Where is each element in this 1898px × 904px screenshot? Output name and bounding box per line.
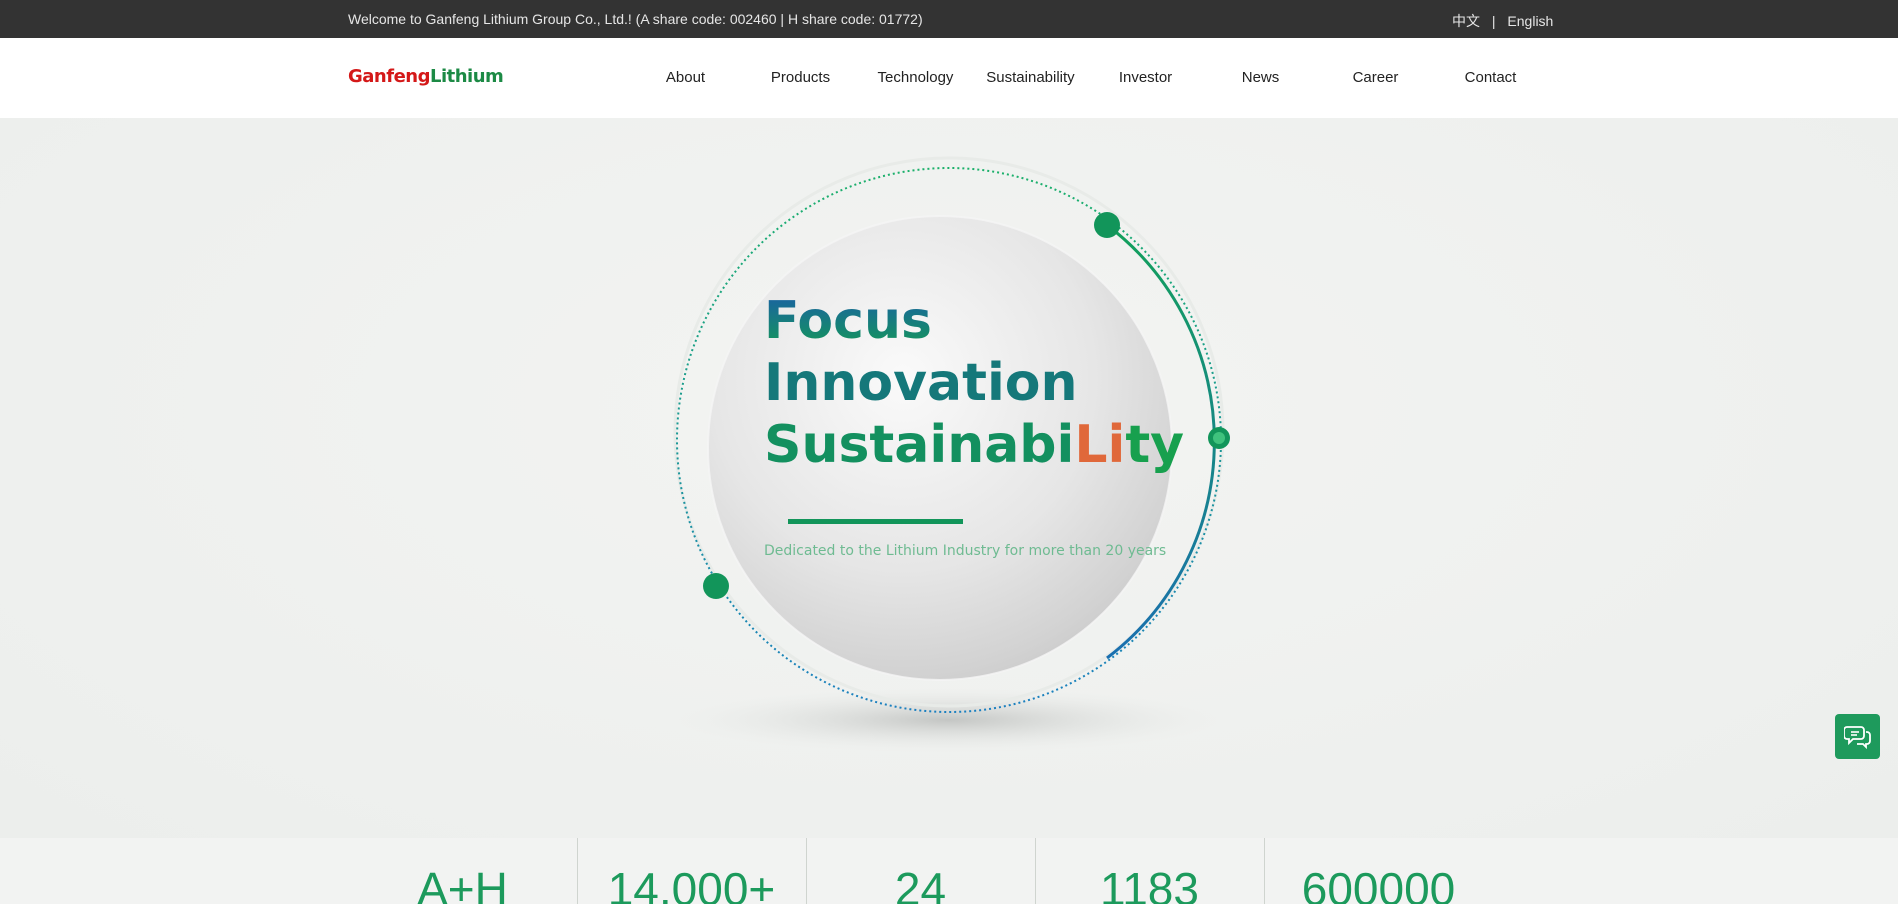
language-switcher: 中文 | English [1452, 11, 1553, 31]
main-nav: About Products Technology Sustainability… [0, 69, 1898, 89]
lang-english-link[interactable]: English [1507, 13, 1553, 29]
lang-separator: | [1491, 13, 1496, 29]
nav-career[interactable]: Career [1318, 69, 1433, 86]
stat-patents: 1183 [1100, 863, 1199, 904]
stat-years: 24 [894, 863, 947, 904]
sphere-shadow [678, 688, 1218, 752]
nav-products[interactable]: Products [743, 69, 858, 86]
hero-text-li: Li [1074, 415, 1125, 475]
chat-bubbles-icon [1844, 726, 1871, 750]
hero-graphic: Focus Innovation SustainabiLity Dedicate… [673, 156, 1230, 752]
hero-subtitle: Dedicated to the Lithium Industry for mo… [764, 543, 1166, 559]
nav-contact[interactable]: Contact [1433, 69, 1548, 86]
hero-underline [788, 519, 963, 524]
stat-capacity: 600000 [1301, 863, 1456, 904]
stat-employees: 14,000+ [607, 863, 776, 904]
nav-sustainability[interactable]: Sustainability [973, 69, 1088, 86]
hero-text-sustainabi: Sustainabi [764, 415, 1074, 475]
chat-button[interactable] [1835, 714, 1880, 759]
nav-news[interactable]: News [1203, 69, 1318, 86]
nav-technology[interactable]: Technology [858, 69, 973, 86]
top-bar: Welcome to Ganfeng Lithium Group Co., Lt… [0, 0, 1898, 38]
nav-investor[interactable]: Investor [1088, 69, 1203, 86]
orbit-dot-left [703, 573, 729, 599]
hero-line-innovation: Innovation [764, 353, 1078, 413]
hero-banner: Focus Innovation SustainabiLity Dedicate… [0, 118, 1898, 838]
hero-line-sustainability: SustainabiLity [764, 415, 1184, 475]
orbit-dot-top [1094, 212, 1120, 238]
stat-share-listing: A+H [417, 863, 508, 904]
hero-line-focus: Focus [764, 291, 932, 351]
nav-about[interactable]: About [628, 69, 743, 86]
hero-text-ty: ty [1125, 415, 1184, 475]
lang-chinese-link[interactable]: 中文 [1452, 13, 1480, 29]
welcome-text: Welcome to Ganfeng Lithium Group Co., Lt… [348, 11, 923, 27]
site-header: GanfengLithium About Products Technology… [0, 38, 1898, 118]
stats-strip: A+H 14,000+ 24 1183 600000 [0, 838, 1898, 904]
